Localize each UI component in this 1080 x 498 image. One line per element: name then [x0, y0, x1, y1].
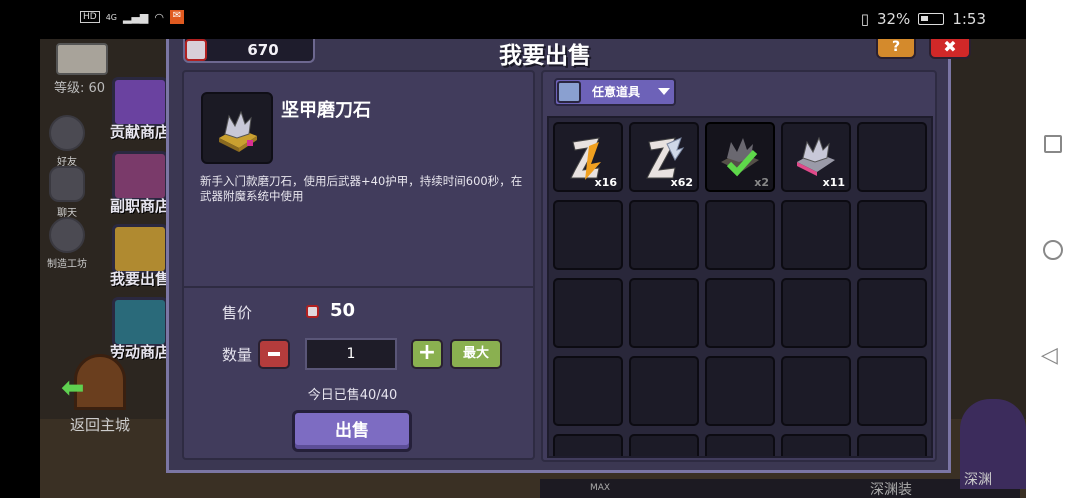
inventory-slot-empty[interactable]	[781, 356, 851, 426]
home-button[interactable]	[1043, 240, 1063, 260]
workshop-button[interactable]: 制造工坊	[46, 217, 88, 270]
tab-sell[interactable]: 我要出售	[110, 224, 170, 289]
tab-contribution-shop-label: 贡献商店	[110, 123, 171, 141]
left-sidebar: 等级: 60 好友 聊天 制造工坊 贡献商店 副职商店 我要出售 劳动商店 ⬅ …	[40, 39, 170, 498]
arrow-left-icon: ⬅	[61, 371, 85, 404]
inventory-slot-empty[interactable]	[705, 356, 775, 426]
quantity-input[interactable]: 1	[305, 338, 397, 370]
currency-value: 670	[247, 41, 279, 59]
minus-button[interactable]	[258, 339, 290, 369]
inventory-slot[interactable]: x16	[553, 122, 623, 192]
inventory-slot-empty[interactable]	[629, 356, 699, 426]
whetstone-icon	[219, 110, 257, 152]
inventory-slot-empty[interactable]	[553, 200, 623, 270]
inventory-slot-empty[interactable]	[629, 434, 699, 456]
sold-today-text: 今日已售40/40	[307, 388, 398, 403]
notification-icon: ✉	[170, 10, 184, 24]
selected-item-icon	[201, 92, 273, 164]
price-value: 50	[330, 300, 356, 321]
inventory-grid: x16 x62 x2 x11	[547, 116, 933, 458]
inventory-slot-empty[interactable]	[781, 200, 851, 270]
item-count: x2	[754, 176, 769, 189]
inventory-slot-empty[interactable]	[781, 434, 851, 456]
inventory-slot-empty[interactable]	[705, 278, 775, 348]
friend-button[interactable]: 好友	[46, 115, 88, 168]
inventory-slot-empty[interactable]	[629, 278, 699, 348]
clock: 1:53	[952, 10, 986, 28]
labor-shop-icon	[112, 297, 168, 347]
inventory-slot-empty[interactable]	[857, 122, 927, 192]
inventory-slot-selected[interactable]: x2	[705, 122, 775, 192]
inventory-slot-empty[interactable]	[553, 356, 623, 426]
back-button[interactable]: ◁	[1041, 343, 1058, 368]
max-label: MAX	[590, 483, 611, 493]
inventory-slot-empty[interactable]	[857, 200, 927, 270]
inventory-slot[interactable]: x11	[781, 122, 851, 192]
tab-labor-shop[interactable]: 劳动商店	[110, 297, 170, 362]
recent-apps-button[interactable]	[1044, 135, 1062, 153]
item-name: 坚甲磨刀石	[281, 100, 371, 121]
player-level: 等级: 60	[54, 81, 106, 96]
sell-icon	[112, 224, 168, 274]
friend-icon	[49, 115, 85, 151]
inventory-slot-empty[interactable]	[781, 278, 851, 348]
inventory-slot[interactable]: x62	[629, 122, 699, 192]
item-count: x62	[670, 176, 693, 189]
signal-icon: ▂▄▆	[123, 10, 149, 24]
currency-icon	[185, 39, 207, 61]
tab-contribution-shop[interactable]: 贡献商店	[110, 77, 170, 142]
plus-button[interactable]: +	[411, 339, 443, 369]
info-divider	[182, 286, 535, 288]
status-left: HD 4G ▂▄▆ ◠ ✉	[80, 10, 184, 24]
item-count: x11	[822, 176, 845, 189]
hd-icon: HD	[80, 11, 100, 23]
panel-title: 我要出售	[499, 43, 591, 69]
status-bar: HD 4G ▂▄▆ ◠ ✉ ▯ 32% 1:53	[40, 0, 1026, 39]
inventory-slot-empty[interactable]	[629, 200, 699, 270]
battery-percent: 32%	[876, 10, 911, 28]
tab-profession-shop-label: 副职商店	[110, 197, 171, 215]
contribution-shop-icon	[112, 77, 168, 127]
inventory-slot-empty[interactable]	[857, 356, 927, 426]
inventory-slot-empty[interactable]	[705, 434, 775, 456]
profession-shop-icon	[112, 151, 168, 201]
close-button[interactable]: ✖	[929, 39, 971, 59]
network-icon: 4G	[105, 12, 117, 22]
bottom-strip: 深渊装 MAX	[540, 479, 1020, 498]
battery-icon	[918, 13, 945, 25]
chat-icon	[49, 166, 85, 202]
inventory-slot-empty[interactable]	[553, 278, 623, 348]
workshop-label: 制造工坊	[47, 259, 87, 270]
door-icon: ⬅	[61, 354, 126, 410]
abyss-portal[interactable]: 深渊	[960, 399, 1026, 489]
back-home-button[interactable]: ⬅ 返回主城	[60, 354, 140, 435]
price-label: 售价	[222, 304, 253, 322]
max-button[interactable]: 最大	[450, 339, 502, 369]
item-description: 新手入门款磨刀石，使用后武器+40护甲，持续时间600秒，在武器附魔系统中使用	[200, 174, 523, 203]
sell-button[interactable]: 出售	[292, 410, 412, 452]
abyss-label: 深渊装	[870, 482, 912, 498]
inventory-slot-empty[interactable]	[857, 434, 927, 456]
vibrate-icon: ▯	[860, 10, 869, 28]
inventory-slot-empty[interactable]	[553, 434, 623, 456]
chevron-down-icon	[658, 88, 670, 95]
wifi-icon: ◠	[154, 10, 164, 24]
item-count: x16	[594, 176, 617, 189]
chat-button[interactable]: 聊天	[46, 166, 88, 219]
back-home-label: 返回主城	[69, 416, 130, 434]
quantity-label: 数量	[222, 346, 253, 364]
inventory-slot-empty[interactable]	[705, 200, 775, 270]
workshop-icon	[49, 217, 85, 253]
tab-profession-shop[interactable]: 副职商店	[110, 151, 170, 216]
tab-sell-label: 我要出售	[110, 270, 171, 288]
inventory-slot-empty[interactable]	[857, 278, 927, 348]
price-currency-icon	[306, 305, 319, 318]
abyss-portal-label: 深渊	[964, 472, 992, 488]
status-right: ▯ 32% 1:53	[861, 10, 986, 28]
filter-category-icon	[557, 81, 581, 103]
system-nav-bar: ◁	[1026, 0, 1080, 498]
avatar[interactable]	[56, 43, 108, 75]
help-button[interactable]: ?	[876, 39, 916, 59]
